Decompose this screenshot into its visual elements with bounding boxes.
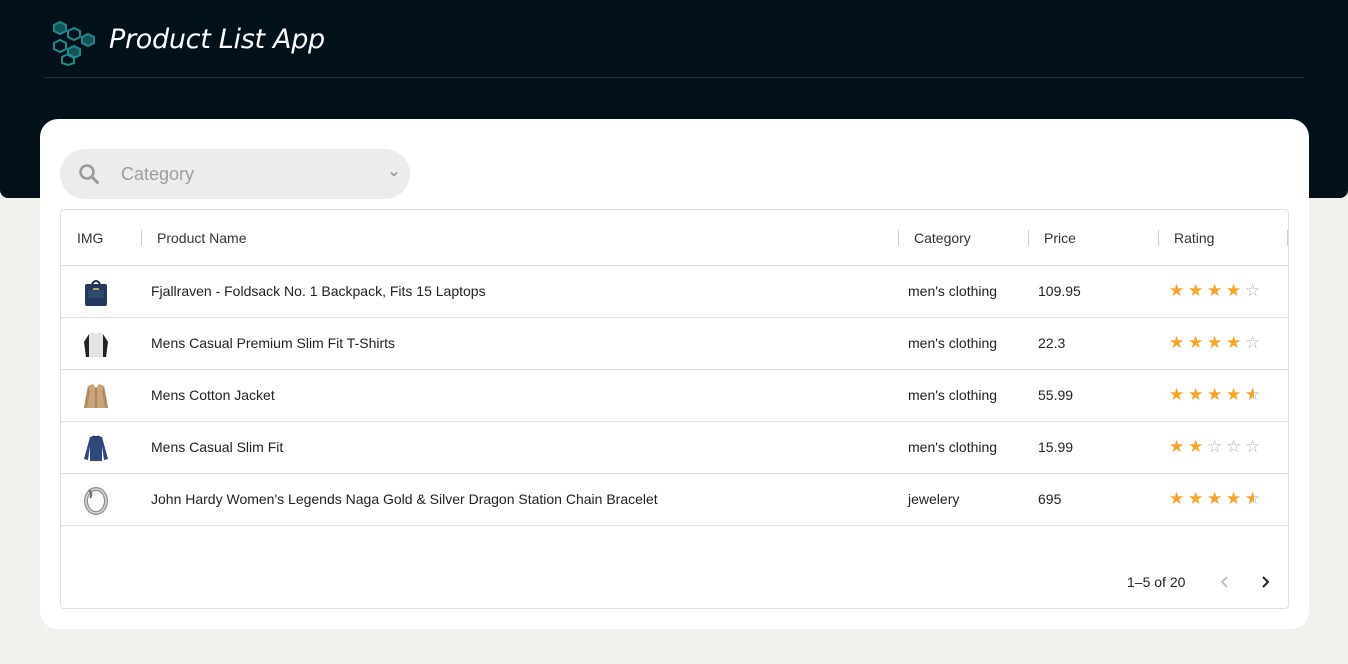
product-image — [84, 435, 108, 461]
star-icon: ★ ★ — [1188, 489, 1204, 508]
product-name-cell: Mens Casual Slim Fit — [151, 439, 284, 455]
category-cell: men's clothing — [908, 387, 998, 403]
table-row[interactable]: Mens Cotton Jacket men's clothing 55.99 ★ ★ ★… — [61, 370, 1288, 422]
star-icon: ★ ★ — [1207, 489, 1223, 508]
star-icon: ☆ — [1226, 437, 1242, 456]
star-icon: ★ ★ — [1188, 437, 1204, 456]
rating-stars: ★ ★ ★ ★ ★ ★ ★ ★ ☆ ★ — [1169, 490, 1264, 508]
pagination-label: 1–5 of 20 — [1127, 574, 1186, 590]
product-image — [85, 280, 107, 306]
price-cell: 109.95 — [1038, 283, 1081, 299]
chevron-left-icon[interactable] — [1217, 574, 1233, 590]
column-header-category[interactable]: Category — [914, 230, 971, 246]
column-header-product-name[interactable]: Product Name — [157, 230, 246, 246]
product-image — [84, 384, 108, 408]
chevron-down-icon[interactable] — [388, 168, 400, 180]
product-table: IMG Product Name Category Price Rating F… — [60, 209, 1289, 609]
price-cell: 15.99 — [1038, 439, 1074, 455]
star-icon: ★ ★ — [1207, 333, 1223, 352]
star-icon: ★ ★ — [1169, 489, 1185, 508]
column-separator[interactable] — [1028, 230, 1029, 246]
star-icon: ★ ★ — [1207, 281, 1223, 300]
category-cell: men's clothing — [908, 283, 998, 299]
rating-stars: ★ ★ ★ ★ ★ ★ ★ ★ ☆ — [1169, 334, 1264, 352]
table-header: IMG Product Name Category Price Rating — [61, 210, 1288, 266]
column-header-rating[interactable]: Rating — [1174, 230, 1214, 246]
star-icon: ★ ★ — [1226, 489, 1242, 508]
rating-stars: ★ ★ ★ ★ ★ ★ ★ ★ ☆ ★ — [1169, 386, 1264, 404]
rating-stars: ★ ★ ★ ★ ★ ★ ★ ★ ☆ — [1169, 282, 1264, 300]
product-image — [84, 332, 108, 357]
column-separator[interactable] — [141, 230, 142, 246]
column-separator[interactable] — [1158, 230, 1159, 246]
star-icon: ★ ★ — [1169, 333, 1185, 352]
category-cell: jewelery — [908, 491, 960, 507]
hexagon-cluster-icon — [53, 20, 95, 66]
star-icon: ☆ ★ — [1245, 385, 1261, 404]
star-icon: ★ ★ — [1188, 281, 1204, 300]
header-divider — [44, 77, 1305, 78]
category-placeholder: Category — [121, 164, 195, 184]
table-row[interactable]: Mens Casual Premium Slim Fit T-Shirts men… — [61, 318, 1288, 370]
column-header-price[interactable]: Price — [1044, 230, 1076, 246]
table-row[interactable]: Mens Casual Slim Fit men's clothing 15.99 ★… — [61, 422, 1288, 474]
category-select[interactable]: Category — [60, 149, 410, 199]
star-icon: ★ ★ — [1188, 333, 1204, 352]
price-cell: 695 — [1038, 491, 1062, 507]
product-card: Category IMG Product Name Category Price… — [40, 119, 1309, 629]
app-title: Product List App — [109, 24, 325, 55]
star-icon: ☆ ★ — [1245, 489, 1261, 508]
column-separator[interactable] — [1287, 230, 1288, 246]
category-cell: men's clothing — [908, 439, 998, 455]
star-icon: ★ ★ — [1207, 385, 1223, 404]
star-icon: ★ ★ — [1169, 281, 1185, 300]
price-cell: 55.99 — [1038, 387, 1074, 403]
table-row[interactable]: John Hardy Women's Legends Naga Gold & S… — [61, 474, 1288, 526]
table-row[interactable]: Fjallraven - Foldsack No. 1 Backpack, Fi… — [61, 266, 1288, 318]
star-icon: ★ ★ — [1226, 333, 1242, 352]
rating-stars: ★ ★ ★ ★ ☆ ☆ ☆ — [1169, 438, 1264, 456]
category-cell: men's clothing — [908, 335, 998, 351]
search-icon — [79, 164, 99, 184]
chevron-right-icon[interactable] — [1257, 574, 1273, 590]
product-name-cell: Mens Casual Premium Slim Fit T-Shirts — [151, 335, 396, 351]
star-icon: ★ ★ — [1226, 385, 1242, 404]
star-icon: ☆ — [1245, 281, 1261, 300]
star-icon: ☆ — [1207, 437, 1223, 456]
product-name-cell: Mens Cotton Jacket — [151, 387, 275, 403]
product-image — [84, 487, 108, 515]
product-name-cell: John Hardy Women's Legends Naga Gold & S… — [151, 491, 658, 507]
star-icon: ★ ★ — [1188, 385, 1204, 404]
star-icon: ☆ — [1245, 333, 1261, 352]
star-icon: ★ ★ — [1169, 437, 1185, 456]
star-icon: ★ ★ — [1169, 385, 1185, 404]
column-header-img[interactable]: IMG — [77, 230, 103, 246]
star-icon: ☆ — [1245, 437, 1261, 456]
star-icon: ★ ★ — [1226, 281, 1242, 300]
column-separator[interactable] — [898, 230, 899, 246]
product-name-cell: Fjallraven - Foldsack No. 1 Backpack, Fi… — [151, 283, 486, 299]
price-cell: 22.3 — [1038, 335, 1066, 351]
